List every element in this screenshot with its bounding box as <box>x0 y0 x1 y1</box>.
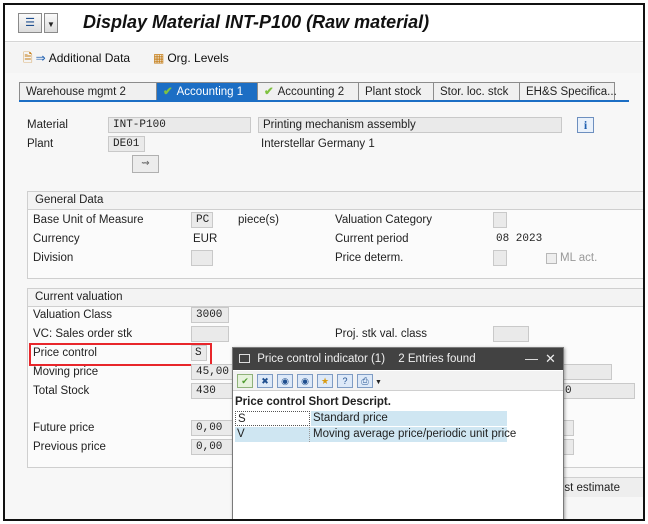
right-field-2[interactable]: 0 <box>560 383 635 399</box>
vc-sales-order-field[interactable] <box>191 326 229 342</box>
tab-stor-loc-stck[interactable]: Stor. loc. stck <box>433 82 520 100</box>
help-icon[interactable]: ? <box>337 374 353 388</box>
price-control-field[interactable]: S <box>191 345 207 361</box>
total-stock-label: Total Stock <box>33 385 90 397</box>
application-toolbar: 🗎 ⇒ Additional Data ▦ Org. Levels <box>5 43 643 73</box>
material-description-field[interactable]: Printing mechanism assembly <box>258 117 562 133</box>
base-uom-label: Base Unit of Measure <box>33 214 144 226</box>
window-icon <box>239 354 250 363</box>
sort-icon[interactable]: ★ <box>317 374 333 388</box>
proj-stk-field[interactable] <box>493 326 529 342</box>
additional-data-label: Additional Data <box>48 51 131 65</box>
popup-title: Price control indicator (1) <box>257 353 386 365</box>
popup-entries-count: 2 Entries found <box>398 353 476 365</box>
check-icon: ✔ <box>163 85 173 98</box>
sap-window: ☰ ▼ Display Material INT-P100 (Raw mater… <box>3 3 645 521</box>
additional-data-button[interactable]: 🗎 ⇒ Additional Data <box>23 51 130 65</box>
division-field[interactable] <box>191 250 213 266</box>
print-icon[interactable]: ⎙ <box>357 374 373 388</box>
moving-price-label: Moving price <box>33 366 99 378</box>
price-determ-label: Price determ. <box>335 252 404 264</box>
arrow-right-icon: ⇒ <box>35 51 46 65</box>
tab-accounting-1[interactable]: ✔ Accounting 1 <box>156 82 258 100</box>
current-period-label: Current period <box>335 233 409 245</box>
minimize-icon[interactable]: — <box>525 348 538 370</box>
menu-dropdown-button[interactable]: ▼ <box>44 13 58 33</box>
valuation-category-field[interactable] <box>493 212 507 228</box>
future-price-label: Future price <box>33 422 95 434</box>
vc-sales-order-label: VC: Sales order stk <box>33 328 133 340</box>
list-item[interactable]: V Moving average price/periodic unit pri… <box>235 427 517 442</box>
print-dropdown-icon[interactable]: ▼ <box>375 379 382 386</box>
list-item-desc: Standard price <box>311 411 507 426</box>
title-bar: ☰ ▼ Display Material INT-P100 (Raw mater… <box>5 5 643 42</box>
valuation-class-field[interactable]: 3000 <box>191 307 229 323</box>
tab-ehs-specification[interactable]: EH&S Specifica... <box>519 82 617 100</box>
confirm-check-icon[interactable]: ✔ <box>237 374 253 388</box>
cancel-x-icon[interactable]: ✖ <box>257 374 273 388</box>
currency-value: EUR <box>193 233 218 245</box>
sap-menu-icon[interactable]: ☰ <box>18 13 42 33</box>
plant-label: Plant <box>27 138 54 150</box>
current-period-value: 08 2023 <box>496 233 543 245</box>
find-icon[interactable]: ◉ <box>277 374 293 388</box>
popup-toolbar: ✔ ✖ ◉ ◉ ★ ? ⎙ ▼ <box>233 371 563 391</box>
doc-arrow-icon: 🗎 <box>23 51 33 65</box>
base-uom-field[interactable]: PC <box>191 212 213 228</box>
org-levels-button[interactable]: ▦ Org. Levels <box>153 51 229 65</box>
list-item-code: S <box>235 411 310 426</box>
base-uom-text: piece(s) <box>238 214 279 226</box>
list-item-code: V <box>235 427 310 442</box>
org-levels-label: Org. Levels <box>167 51 229 65</box>
material-field[interactable]: INT-P100 <box>108 117 251 133</box>
check-icon: ✔ <box>264 85 274 98</box>
cost-estimate-button[interactable]: ost estimate <box>558 477 643 497</box>
proj-stk-label: Proj. stk val. class <box>335 328 428 340</box>
current-valuation-title: Current valuation <box>28 289 643 307</box>
page-title: Display Material INT-P100 (Raw material) <box>83 12 430 32</box>
valuation-class-label: Valuation Class <box>33 309 113 321</box>
tab-underline <box>19 100 629 102</box>
tab-plant-stock[interactable]: Plant stock <box>358 82 434 100</box>
price-determ-field[interactable] <box>493 250 507 266</box>
ml-act-checkbox[interactable] <box>546 253 557 264</box>
general-data-title: General Data <box>28 192 643 210</box>
price-control-label: Price control <box>33 347 97 359</box>
previous-price-label: Previous price <box>33 441 106 453</box>
ml-act-label: ML act. <box>560 252 598 264</box>
org-hierarchy-icon: ▦ <box>153 51 165 65</box>
close-icon[interactable]: ✕ <box>545 348 556 370</box>
plant-field[interactable]: DE01 <box>108 136 145 152</box>
moving-price-field[interactable]: 45,00 <box>191 364 235 380</box>
column-short-descript: Short Descript. <box>308 396 391 408</box>
previous-price-field[interactable]: 0,00 <box>191 439 235 455</box>
material-label: Material <box>27 119 68 131</box>
org-change-icon[interactable]: ⇝ <box>132 155 159 173</box>
right-field-1[interactable] <box>560 364 612 380</box>
list-item[interactable]: S Standard price <box>235 411 507 426</box>
currency-label: Currency <box>33 233 80 245</box>
valuation-category-label: Valuation Category <box>335 214 432 226</box>
tab-strip: Warehouse mgmt 2 ✔ Accounting 1 ✔ Accoun… <box>19 82 617 100</box>
find-next-icon[interactable]: ◉ <box>297 374 313 388</box>
tab-accounting-2[interactable]: ✔ Accounting 2 <box>257 82 359 100</box>
tab-warehouse-mgmt-2[interactable]: Warehouse mgmt 2 <box>19 82 157 100</box>
info-icon[interactable]: i <box>577 117 594 133</box>
popup-list-header: Price control Short Descript. <box>235 394 507 410</box>
price-control-popup: Price control indicator (1) 2 Entries fo… <box>232 347 564 519</box>
division-label: Division <box>33 252 74 264</box>
total-stock-field[interactable]: 430 <box>191 383 235 399</box>
popup-title-bar: Price control indicator (1) 2 Entries fo… <box>233 348 563 370</box>
column-price-control: Price control <box>235 396 306 408</box>
list-item-desc: Moving average price/periodic unit price <box>313 428 517 440</box>
plant-description: Interstellar Germany 1 <box>261 138 375 150</box>
future-price-field[interactable]: 0,00 <box>191 420 235 436</box>
